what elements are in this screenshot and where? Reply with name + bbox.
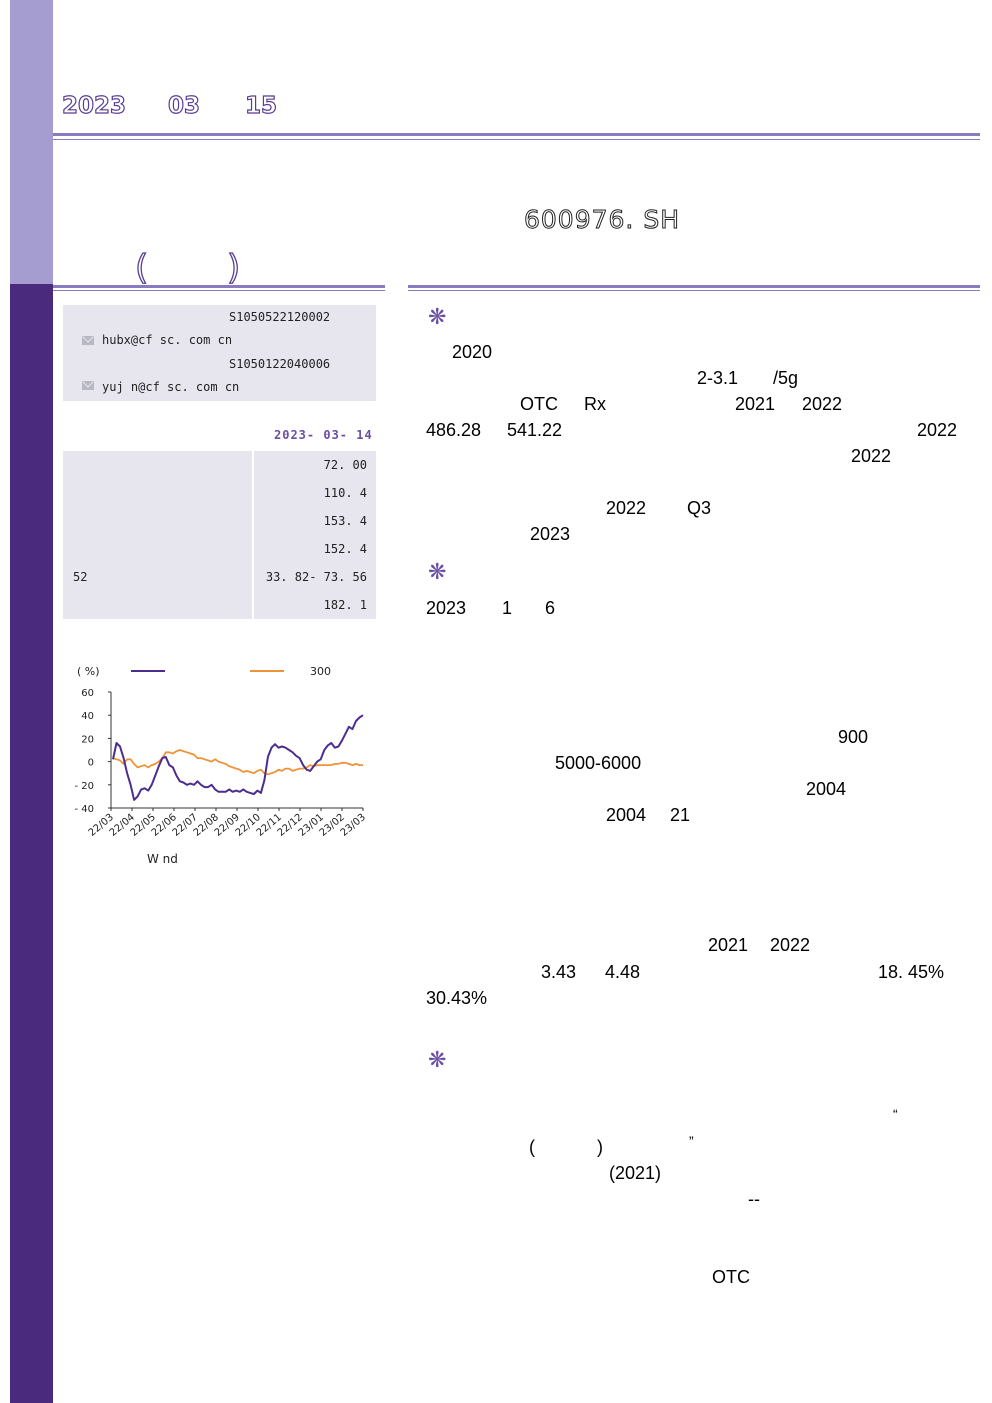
body-text: 2004 [606, 805, 647, 825]
bullet-star: ❋ [428, 1048, 447, 1073]
legend-label-index: 300 [310, 665, 331, 678]
body-text: 900 [838, 727, 869, 747]
table-row: 72. 00 [63, 451, 376, 479]
stock-series-line [112, 714, 364, 801]
row-value: 72. 00 [323, 458, 367, 472]
rating-paren-open: ( [134, 247, 149, 288]
y-tick-label: 60 [81, 688, 94, 699]
body-text: ) [597, 1137, 603, 1157]
body-text: 2022 [802, 394, 843, 414]
body-text: 2022 [606, 498, 647, 518]
body-text: ( [529, 1137, 535, 1157]
body-text: OTC [520, 394, 558, 414]
y-unit-label: ( %) [77, 665, 100, 678]
header-divider-thin [53, 139, 980, 140]
body-text: 2021 [735, 394, 776, 414]
y-tick-label: 20 [81, 734, 94, 745]
stock-ticker: 600976. SH [524, 205, 680, 235]
body-text: 2022 [917, 420, 958, 440]
body-text: 2004 [806, 779, 847, 799]
header-divider [53, 133, 980, 136]
body-text: 2023 [426, 598, 467, 618]
body-text: 6 [545, 598, 556, 618]
body-text: 1 [502, 598, 513, 618]
body-text: (2021) [609, 1163, 662, 1183]
analyst-2-email[interactable]: yuj n@cf sc. com cn [102, 380, 239, 394]
analyst-2-cert: S1050122040006 [229, 357, 331, 371]
report-date-year: 2023 [61, 92, 127, 119]
bullet-star: ❋ [428, 560, 447, 585]
sidebar-accent-bottom [10, 284, 53, 1403]
body-text: 486.28 [426, 420, 482, 440]
left-section-divider [53, 285, 385, 288]
row-label: 52 [73, 570, 88, 584]
body-text: 3.43 [541, 962, 577, 982]
csi300-series-line [112, 749, 363, 776]
right-section-divider [408, 285, 980, 288]
body-text: 2021 [708, 935, 749, 955]
body-text: OTC [712, 1267, 750, 1287]
body-text: 2022 [851, 446, 892, 466]
data-date: 2023- 03- 14 [274, 428, 373, 442]
chart-source: W nd [147, 852, 178, 866]
body-text: 5000-6000 [555, 753, 642, 773]
body-text: /5g [773, 368, 799, 388]
body-text: 18. 45% [878, 962, 945, 982]
y-tick-label: - 40 [74, 804, 94, 815]
rating-paren-close: ) [226, 247, 241, 288]
bullet-star: ❋ [428, 305, 447, 330]
performance-chart: ( %) 300 6040200- 20- 4022/0322/0422/052… [74, 665, 367, 866]
body-text: 541.22 [507, 420, 563, 440]
body-text: ” [689, 1133, 694, 1149]
body-text: 30.43% [426, 988, 488, 1008]
stock-data-table: 72. 00 110. 4 153. 4 152. 4 52 33. 82- 73… [63, 451, 376, 619]
body-text: 2-3.1 [697, 368, 739, 388]
analyst-1-email[interactable]: hubx@cf sc. com cn [102, 333, 232, 347]
row-value: 153. 4 [323, 514, 367, 528]
body-text: 2020 [452, 342, 493, 362]
report-date-month: 03 [167, 92, 201, 119]
mail-icon [82, 381, 94, 390]
body-text: 21 [670, 805, 691, 825]
row-value: 110. 4 [323, 486, 367, 500]
right-section-divider-thin [408, 290, 980, 291]
table-row: 110. 4 [63, 479, 376, 507]
table-row: 182. 1 [63, 591, 376, 619]
body-text: 4.48 [605, 962, 641, 982]
analyst-info-box: S1050522120002 hubx@cf sc. com cn S10501… [63, 305, 376, 401]
y-tick-label: 40 [81, 711, 94, 722]
body-text: -- [748, 1189, 760, 1209]
table-row: 153. 4 [63, 507, 376, 535]
body-text: Rx [584, 394, 606, 414]
body-text: 2023 [530, 524, 571, 544]
body-text: Q3 [687, 498, 712, 518]
left-section-divider-thin [53, 290, 385, 291]
body-text: “ [893, 1106, 898, 1122]
sidebar-accent-top [10, 0, 53, 284]
row-value: 182. 1 [323, 598, 367, 612]
mail-icon [82, 336, 94, 345]
report-date-day: 15 [244, 92, 278, 119]
table-row: 52 33. 82- 73. 56 [63, 563, 376, 591]
analyst-1-cert: S1050522120002 [229, 310, 331, 324]
row-value: 33. 82- 73. 56 [265, 570, 367, 584]
table-row: 152. 4 [63, 535, 376, 563]
body-text: 2022 [770, 935, 811, 955]
y-tick-label: 0 [88, 758, 94, 769]
y-tick-label: - 20 [74, 781, 94, 792]
row-value: 152. 4 [323, 542, 367, 556]
